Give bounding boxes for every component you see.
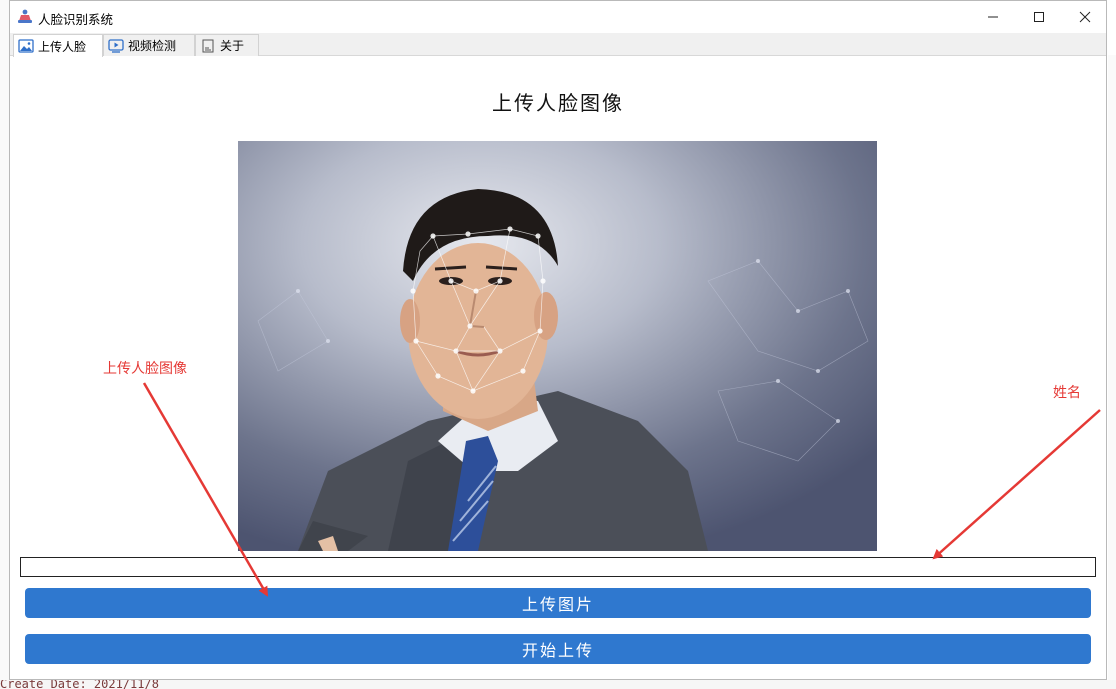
background-editor-bottom: Create Date: 2021/11/8 bbox=[0, 680, 1116, 689]
maximize-button[interactable] bbox=[1016, 1, 1062, 33]
close-icon bbox=[1079, 11, 1091, 23]
tab-label: 上传人脸 bbox=[38, 39, 87, 54]
tab-upload-face[interactable]: 上传人脸 bbox=[13, 34, 103, 57]
background-code-line: Create Date: 2021/11/8 bbox=[0, 680, 159, 689]
annotation-upload-label: 上传人脸图像 bbox=[103, 361, 187, 377]
background-right-strip bbox=[1108, 55, 1116, 680]
maximize-icon bbox=[1034, 12, 1044, 22]
tab-label: 视频检测 bbox=[128, 39, 177, 53]
tab-label: 关于 bbox=[220, 39, 245, 53]
tab-bar: 上传人脸 视频检测 关于 bbox=[10, 33, 1106, 57]
minimize-icon bbox=[988, 16, 998, 18]
annotation-name-label: 姓名 bbox=[1053, 385, 1081, 401]
video-icon bbox=[108, 38, 124, 53]
tab-about[interactable]: 关于 bbox=[195, 34, 259, 56]
app-window: 人脸识别系统 上传人脸 视频检测 关于 上传人脸图像 上传图片 开始上传 bbox=[9, 0, 1107, 680]
minimize-button[interactable] bbox=[970, 1, 1016, 33]
image-icon bbox=[18, 39, 34, 53]
title-bar[interactable]: 人脸识别系统 bbox=[10, 1, 1106, 33]
window-title: 人脸识别系统 bbox=[38, 12, 114, 27]
close-button[interactable] bbox=[1062, 1, 1108, 33]
face-preview-image bbox=[238, 141, 877, 551]
document-icon bbox=[200, 39, 216, 53]
page-title: 上传人脸图像 bbox=[492, 91, 624, 115]
name-input[interactable] bbox=[20, 557, 1096, 577]
start-upload-button[interactable]: 开始上传 bbox=[25, 634, 1091, 664]
app-logo-icon bbox=[16, 8, 34, 26]
upload-image-button[interactable]: 上传图片 bbox=[25, 588, 1091, 618]
tab-video-detection[interactable]: 视频检测 bbox=[103, 34, 195, 56]
